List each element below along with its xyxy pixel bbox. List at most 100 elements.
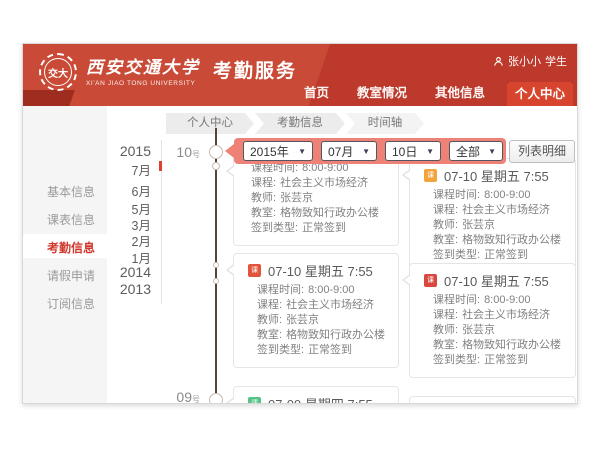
sidebar-item-subscription-info[interactable]: 订阅信息 (47, 295, 95, 312)
field-value: 格物致知行政办公楼 (462, 338, 561, 353)
chevron-down-icon: ▼ (488, 147, 496, 156)
field-value: 格物致知行政办公楼 (286, 328, 385, 343)
field-value: 张芸京 (280, 191, 313, 206)
chevron-down-icon: ▼ (426, 147, 434, 156)
sidebar-item-basic-info[interactable]: 基本信息 (47, 183, 95, 200)
top-nav: 首页 教室情况 其他信息 个人中心 (290, 82, 573, 106)
sidebar: 基本信息 课表信息 考勤信息 请假申请 订阅信息 (23, 106, 107, 403)
field-label: 课程: (251, 176, 276, 191)
month-dropdown-value: 07月 (328, 143, 353, 160)
card-arrow-inner (404, 170, 411, 180)
attendance-card-row2-right[interactable]: 课07-10 星期五 7:55 课程时间:8:00-9:00 课程:社会主义市场… (409, 263, 576, 378)
period-2015[interactable]: 2015 (107, 143, 159, 159)
attendance-card-row3-left[interactable]: 课 07-09 星期四 7:55 (233, 386, 399, 404)
field-label: 签到类型: (433, 248, 480, 263)
card-arrow-inner (228, 398, 235, 404)
chevron-down-icon: ▼ (298, 147, 306, 156)
field-value: 社会主义市场经济 (286, 298, 374, 313)
period-2013[interactable]: 2013 (107, 281, 159, 297)
attendance-card-row1-left[interactable]: 课程时间:8:00-9:00 课程:社会主义市场经济 教师:张芸京 教室:格物致… (233, 154, 399, 246)
app-window: 交大 西安交通大学 XI'AN JIAO TONG UNIVERSITY 考勤服… (22, 43, 578, 404)
field-label: 教师: (251, 191, 276, 206)
field-label: 教师: (433, 323, 458, 338)
university-name-en: XI'AN JIAO TONG UNIVERSITY (86, 80, 200, 87)
status-icon: 课 (424, 274, 437, 287)
field-value: 张芸京 (286, 313, 319, 328)
app-header: 交大 西安交通大学 XI'AN JIAO TONG UNIVERSITY 考勤服… (23, 44, 577, 106)
timeline-node-day10 (209, 145, 223, 159)
user-account[interactable]: 张小小 学生 (493, 53, 567, 69)
month-dropdown[interactable]: 07月 ▼ (321, 141, 377, 161)
chevron-down-icon: ▼ (362, 147, 370, 156)
field-value: 8:00-9:00 (484, 293, 530, 308)
field-label: 课程时间: (433, 293, 480, 308)
field-value: 社会主义市场经济 (462, 308, 550, 323)
filter-bar-arrow (225, 144, 234, 158)
user-name: 张小小 (508, 53, 541, 69)
period-june[interactable]: 6月 (107, 181, 159, 200)
card-arrow-inner (228, 166, 235, 176)
field-value: 正常签到 (484, 353, 528, 368)
day-dropdown-value: 10日 (392, 143, 417, 160)
nav-home[interactable]: 首页 (290, 82, 343, 106)
attendance-card-row3-right[interactable] (409, 396, 576, 404)
field-value: 正常签到 (308, 343, 352, 358)
timeline-node-dot2 (213, 278, 219, 284)
field-label: 签到类型: (251, 221, 298, 236)
field-label: 课程: (257, 298, 282, 313)
field-label: 签到类型: (433, 353, 480, 368)
breadcrumb-timeline[interactable]: 时间轴 (346, 113, 424, 134)
card-header: 07-10 星期五 7:55 (444, 271, 549, 290)
screenshot-stage: 交大 西安交通大学 XI'AN JIAO TONG UNIVERSITY 考勤服… (0, 0, 600, 450)
period-july-active[interactable]: 7月 (107, 160, 159, 179)
page-title: 考勤服务 (213, 56, 297, 83)
status-icon: 课 (248, 397, 261, 405)
sidebar-item-schedule-info[interactable]: 课表信息 (47, 211, 95, 228)
university-name-block: 西安交通大学 XI'AN JIAO TONG UNIVERSITY (86, 58, 200, 87)
nav-other-info[interactable]: 其他信息 (421, 82, 499, 106)
card-header: 07-10 星期五 7:55 (268, 261, 373, 280)
status-icon: 课 (424, 169, 437, 182)
field-label: 课程时间: (257, 283, 304, 298)
person-icon (493, 56, 504, 67)
type-dropdown-value: 全部 (456, 143, 480, 160)
sidebar-item-leave-request[interactable]: 请假申请 (47, 267, 95, 284)
breadcrumb-attendance-info[interactable]: 考勤信息 (255, 113, 345, 134)
attendance-card-row2-left[interactable]: 课 07-10 星期五 7:55 课程时间: 8:00-9:00 课程: 社会主义市场… (233, 253, 399, 368)
field-value: 正常签到 (302, 221, 346, 236)
field-label: 教室: (251, 206, 276, 221)
sidebar-item-attendance-info[interactable]: 考勤信息 (47, 239, 95, 256)
day-unit: 号 (192, 150, 200, 159)
day-marker-10: 10号 (166, 144, 200, 160)
nav-classrooms[interactable]: 教室情况 (343, 82, 421, 106)
field-value: 社会主义市场经济 (462, 203, 550, 218)
day-number: 09 (176, 389, 192, 404)
attendance-card-row1-right[interactable]: 课07-10 星期五 7:55 课程时间:8:00-9:00 课程:社会主义市场… (409, 158, 576, 273)
field-value: 8:00-9:00 (308, 283, 354, 298)
nav-personal-center-active-tab[interactable]: 个人中心 (507, 82, 573, 106)
field-value: 8:00-9:00 (484, 188, 530, 203)
header-corner-wedge (23, 90, 75, 106)
field-label: 课程时间: (433, 188, 480, 203)
card-header: 07-09 星期四 7:55 (268, 394, 373, 405)
field-label: 教室: (257, 328, 282, 343)
university-name-cn: 西安交通大学 (86, 58, 200, 78)
field-label: 教师: (433, 218, 458, 233)
day-dropdown[interactable]: 10日 ▼ (385, 141, 441, 161)
status-icon: 课 (248, 264, 261, 277)
year-dropdown[interactable]: 2015年 ▼ (243, 141, 313, 161)
breadcrumb-personal-center[interactable]: 个人中心 (166, 113, 254, 134)
day-unit: 号 (192, 395, 200, 404)
year-dropdown-value: 2015年 (250, 143, 289, 160)
period-2014[interactable]: 2014 (107, 264, 159, 280)
field-value: 张芸京 (462, 218, 495, 233)
university-logo-icon: 交大 (39, 53, 77, 91)
day-marker-09: 09号 (166, 389, 200, 404)
field-value: 正常签到 (484, 248, 528, 263)
list-detail-button[interactable]: 列表明细 (509, 140, 575, 163)
brand-block: 交大 西安交通大学 XI'AN JIAO TONG UNIVERSITY 考勤服… (39, 53, 297, 91)
type-dropdown[interactable]: 全部 ▼ (449, 141, 503, 161)
timeline-node-dot1 (213, 262, 219, 268)
active-month-tick (159, 161, 162, 171)
field-label: 课程: (433, 203, 458, 218)
